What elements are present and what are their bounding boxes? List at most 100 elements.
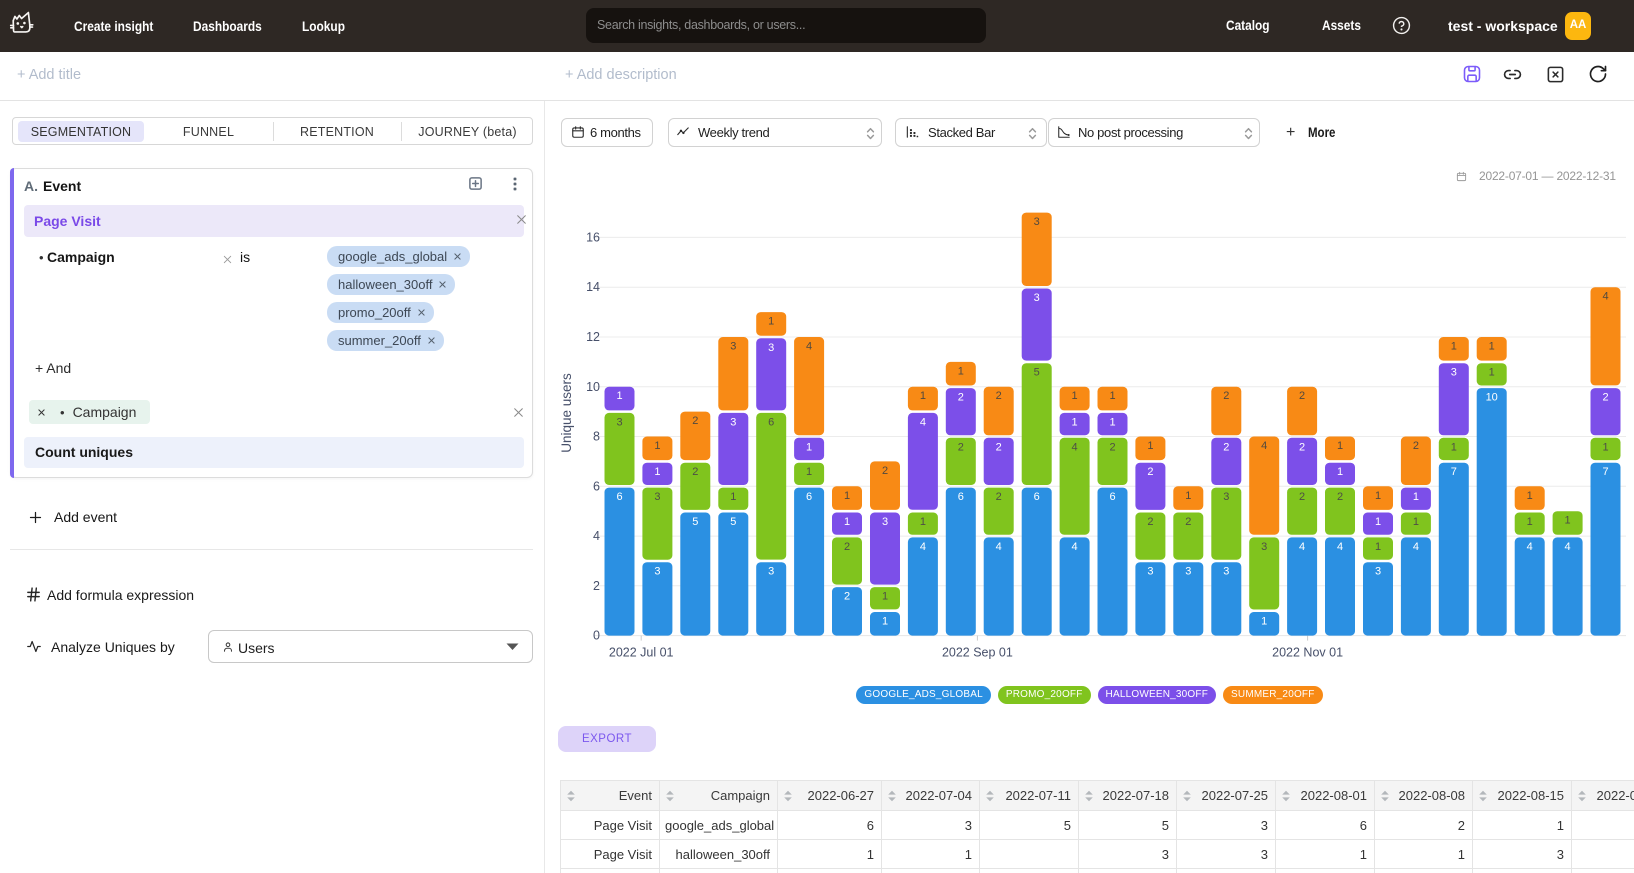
svg-text:2: 2	[1337, 491, 1343, 503]
svg-text:1: 1	[1072, 390, 1078, 402]
svg-text:1: 1	[616, 390, 622, 402]
svg-text:16: 16	[586, 230, 600, 244]
svg-text:2: 2	[1147, 466, 1153, 478]
svg-text:1: 1	[1489, 341, 1495, 353]
svg-text:1: 1	[1602, 441, 1608, 453]
svg-text:7: 7	[1602, 466, 1608, 478]
svg-text:1: 1	[1489, 367, 1495, 379]
svg-text:2: 2	[1602, 392, 1608, 404]
svg-text:1: 1	[1413, 491, 1419, 503]
svg-text:3: 3	[730, 416, 736, 428]
svg-text:4: 4	[806, 341, 812, 353]
svg-text:3: 3	[1223, 566, 1229, 578]
svg-text:1: 1	[1565, 515, 1571, 527]
svg-text:1: 1	[1072, 416, 1078, 428]
svg-text:2: 2	[1413, 440, 1419, 452]
svg-text:2: 2	[1299, 390, 1305, 402]
svg-text:5: 5	[1034, 367, 1040, 379]
svg-text:2: 2	[996, 441, 1002, 453]
svg-text:1: 1	[806, 466, 812, 478]
svg-text:1: 1	[844, 516, 850, 528]
svg-text:3: 3	[882, 516, 888, 528]
svg-text:3: 3	[1185, 566, 1191, 578]
svg-text:2: 2	[1147, 516, 1153, 528]
svg-text:6: 6	[806, 491, 812, 503]
svg-text:14: 14	[586, 280, 600, 294]
svg-text:3: 3	[1034, 216, 1040, 228]
svg-text:3: 3	[1375, 566, 1381, 578]
svg-text:1: 1	[1451, 341, 1457, 353]
svg-text:1: 1	[1185, 490, 1191, 502]
svg-text:4: 4	[1565, 541, 1571, 553]
svg-text:1: 1	[1527, 516, 1533, 528]
svg-text:4: 4	[1413, 541, 1419, 553]
svg-text:2: 2	[996, 491, 1002, 503]
svg-text:2: 2	[1299, 491, 1305, 503]
svg-text:4: 4	[1602, 291, 1608, 303]
svg-text:2: 2	[1223, 390, 1229, 402]
svg-text:4: 4	[1261, 440, 1267, 452]
svg-text:1: 1	[1261, 616, 1267, 628]
svg-text:2022 Jul 01: 2022 Jul 01	[609, 646, 674, 660]
svg-text:1: 1	[882, 616, 888, 628]
svg-text:6: 6	[1109, 491, 1115, 503]
svg-text:1: 1	[844, 490, 850, 502]
svg-text:2: 2	[692, 466, 698, 478]
svg-text:8: 8	[593, 430, 600, 444]
svg-text:4: 4	[1072, 441, 1078, 453]
svg-text:1: 1	[730, 491, 736, 503]
svg-text:2: 2	[958, 392, 964, 404]
svg-text:3: 3	[1223, 491, 1229, 503]
svg-text:10: 10	[586, 380, 600, 394]
svg-text:5: 5	[692, 516, 698, 528]
svg-text:10: 10	[1486, 392, 1498, 404]
svg-text:1: 1	[920, 516, 926, 528]
svg-text:1: 1	[1337, 466, 1343, 478]
svg-text:2022 Sep 01: 2022 Sep 01	[942, 646, 1013, 660]
svg-text:4: 4	[920, 541, 926, 553]
svg-text:2: 2	[1109, 441, 1115, 453]
svg-text:1: 1	[1375, 541, 1381, 553]
svg-text:1: 1	[1413, 516, 1419, 528]
svg-text:3: 3	[654, 491, 660, 503]
svg-text:2: 2	[958, 441, 964, 453]
svg-text:4: 4	[1337, 541, 1343, 553]
svg-text:6: 6	[958, 491, 964, 503]
svg-text:1: 1	[654, 466, 660, 478]
svg-text:2: 2	[996, 390, 1002, 402]
svg-text:2: 2	[1223, 441, 1229, 453]
svg-text:4: 4	[920, 416, 926, 428]
svg-text:2: 2	[882, 465, 888, 477]
svg-text:1: 1	[768, 316, 774, 328]
svg-text:Unique users: Unique users	[559, 373, 574, 453]
svg-text:1: 1	[806, 441, 812, 453]
svg-text:3: 3	[654, 566, 660, 578]
svg-text:1: 1	[958, 365, 964, 377]
svg-text:2022 Nov 01: 2022 Nov 01	[1272, 646, 1343, 660]
svg-text:1: 1	[1147, 440, 1153, 452]
svg-text:3: 3	[730, 341, 736, 353]
svg-text:3: 3	[1034, 292, 1040, 304]
svg-text:6: 6	[616, 491, 622, 503]
svg-text:2: 2	[844, 591, 850, 603]
svg-text:6: 6	[593, 479, 600, 493]
svg-text:6: 6	[768, 416, 774, 428]
svg-text:1: 1	[654, 440, 660, 452]
svg-text:4: 4	[1527, 541, 1533, 553]
svg-text:1: 1	[1337, 440, 1343, 452]
svg-text:1: 1	[882, 591, 888, 603]
svg-text:1: 1	[1375, 516, 1381, 528]
svg-text:4: 4	[996, 541, 1002, 553]
svg-text:2: 2	[844, 541, 850, 553]
svg-text:3: 3	[768, 342, 774, 354]
svg-text:2: 2	[692, 415, 698, 427]
svg-text:3: 3	[768, 566, 774, 578]
svg-text:0: 0	[593, 629, 600, 643]
svg-text:1: 1	[1375, 490, 1381, 502]
svg-text:1: 1	[920, 390, 926, 402]
svg-text:3: 3	[1451, 367, 1457, 379]
svg-text:2: 2	[593, 579, 600, 593]
svg-text:1: 1	[1451, 441, 1457, 453]
svg-text:1: 1	[1109, 390, 1115, 402]
svg-text:4: 4	[1299, 541, 1305, 553]
